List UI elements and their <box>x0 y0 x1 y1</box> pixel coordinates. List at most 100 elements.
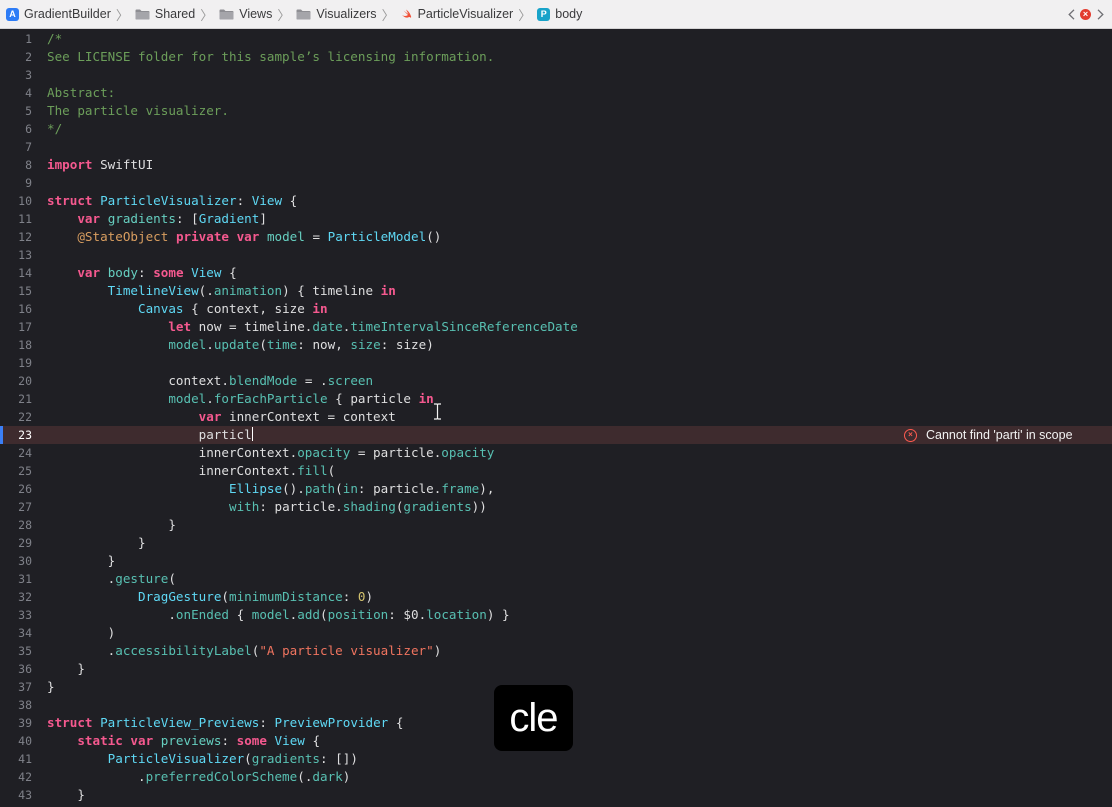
code-line[interactable]: 5 The particle visualizer. <box>0 102 1112 120</box>
line-number[interactable]: 37 <box>0 678 32 696</box>
line-number[interactable]: 39 <box>0 714 32 732</box>
code-line-error[interactable]: 23 particl × Cannot find 'parti' in scope <box>0 426 1112 444</box>
code-text[interactable]: Abstract: <box>47 84 115 102</box>
previous-issue-button[interactable] <box>1065 7 1077 21</box>
breadcrumb-item-shared[interactable]: Shared <box>135 0 195 28</box>
code-line[interactable]: 30 } <box>0 552 1112 570</box>
code-text[interactable]: innerContext.fill( <box>47 462 336 480</box>
code-line[interactable]: 12 @StateObject private var model = Part… <box>0 228 1112 246</box>
line-number[interactable]: 31 <box>0 570 32 588</box>
breadcrumb-item-gradientbuilder[interactable]: A GradientBuilder <box>6 0 111 28</box>
code-line[interactable]: 6 */ <box>0 120 1112 138</box>
code-text[interactable]: model.update(time: now, size: size) <box>47 336 433 354</box>
line-number[interactable]: 11 <box>0 210 32 228</box>
code-text[interactable]: DragGesture(minimumDistance: 0) <box>47 588 373 606</box>
code-line[interactable]: 9 <box>0 174 1112 192</box>
line-number[interactable]: 20 <box>0 372 32 390</box>
code-text[interactable]: .onEnded { model.add(position: $0.locati… <box>47 606 509 624</box>
line-number[interactable]: 5 <box>0 102 32 120</box>
code-line[interactable]: 31 .gesture( <box>0 570 1112 588</box>
line-number[interactable]: 23 <box>0 426 32 444</box>
code-line[interactable]: 7 <box>0 138 1112 156</box>
line-number[interactable]: 27 <box>0 498 32 516</box>
line-number[interactable]: 4 <box>0 84 32 102</box>
line-number[interactable]: 8 <box>0 156 32 174</box>
line-number[interactable]: 3 <box>0 66 32 84</box>
code-text[interactable]: } <box>47 552 116 570</box>
line-number[interactable]: 21 <box>0 390 32 408</box>
code-line[interactable]: 21 model.forEachParticle { particle in <box>0 390 1112 408</box>
code-text[interactable]: let now = timeline.date.timeIntervalSinc… <box>47 318 577 336</box>
code-text[interactable]: ) <box>47 624 116 642</box>
code-line[interactable]: 15 TimelineView(.animation) { timeline i… <box>0 282 1112 300</box>
line-number[interactable]: 43 <box>0 786 32 804</box>
code-line[interactable]: 14 var body: some View { <box>0 264 1112 282</box>
code-text[interactable]: context.blendMode = .screen <box>47 372 373 390</box>
breadcrumb-item-body[interactable]: P body <box>537 0 582 28</box>
code-text[interactable]: with: particle.shading(gradients)) <box>47 498 487 516</box>
code-text[interactable]: /* <box>47 30 62 48</box>
code-line[interactable]: 16 Canvas { context, size in <box>0 300 1112 318</box>
line-number[interactable]: 35 <box>0 642 32 660</box>
code-line[interactable]: 11 var gradients: [Gradient] <box>0 210 1112 228</box>
code-text[interactable]: static var previews: some View { <box>47 732 320 750</box>
line-number[interactable]: 14 <box>0 264 32 282</box>
code-text[interactable]: var innerContext = context <box>47 408 396 426</box>
code-text[interactable]: var gradients: [Gradient] <box>47 210 267 228</box>
code-text[interactable]: .accessibilityLabel("A particle visualiz… <box>47 642 442 660</box>
breadcrumb-item-particlevisualizer[interactable]: ParticleVisualizer <box>401 0 513 28</box>
error-message-badge[interactable]: × Cannot find 'parti' in scope <box>896 426 1112 444</box>
code-line[interactable]: 34 ) <box>0 624 1112 642</box>
code-text[interactable]: .preferredColorScheme(.dark) <box>47 768 350 786</box>
line-number[interactable]: 25 <box>0 462 32 480</box>
code-line[interactable]: 3 <box>0 66 1112 84</box>
line-number[interactable]: 40 <box>0 732 32 750</box>
code-line[interactable]: 20 context.blendMode = .screen <box>0 372 1112 390</box>
line-number[interactable]: 24 <box>0 444 32 462</box>
line-number[interactable]: 7 <box>0 138 32 156</box>
code-line[interactable]: 27 with: particle.shading(gradients)) <box>0 498 1112 516</box>
line-number[interactable]: 33 <box>0 606 32 624</box>
code-text[interactable]: struct ParticleView_Previews: PreviewPro… <box>47 714 403 732</box>
code-text[interactable]: } <box>47 660 85 678</box>
code-line[interactable]: 36 } <box>0 660 1112 678</box>
line-number[interactable]: 29 <box>0 534 32 552</box>
code-text[interactable]: innerContext.opacity = particle.opacity <box>47 444 495 462</box>
code-line[interactable]: 8 import SwiftUI <box>0 156 1112 174</box>
code-text[interactable]: model.forEachParticle { particle in <box>47 390 433 408</box>
code-line[interactable]: 13 <box>0 246 1112 264</box>
code-line[interactable]: 28 } <box>0 516 1112 534</box>
code-text[interactable]: } <box>47 678 55 696</box>
code-text[interactable]: struct ParticleVisualizer: View { <box>47 192 297 210</box>
code-text[interactable]: */ <box>47 120 62 138</box>
code-line[interactable]: 10 struct ParticleVisualizer: View { <box>0 192 1112 210</box>
code-text[interactable]: import SwiftUI <box>47 156 153 174</box>
code-line[interactable]: 22 var innerContext = context <box>0 408 1112 426</box>
line-number[interactable]: 17 <box>0 318 32 336</box>
code-line[interactable]: 26 Ellipse().path(in: particle.frame), <box>0 480 1112 498</box>
line-number[interactable]: 34 <box>0 624 32 642</box>
code-text[interactable]: .gesture( <box>47 570 176 588</box>
line-number[interactable]: 41 <box>0 750 32 768</box>
line-number[interactable]: 19 <box>0 354 32 372</box>
line-number[interactable]: 2 <box>0 48 32 66</box>
code-line[interactable]: 32 DragGesture(minimumDistance: 0) <box>0 588 1112 606</box>
code-line[interactable]: 2 See LICENSE folder for this sample’s li… <box>0 48 1112 66</box>
line-number[interactable]: 30 <box>0 552 32 570</box>
code-line[interactable]: 24 innerContext.opacity = particle.opaci… <box>0 444 1112 462</box>
code-line[interactable]: 29 } <box>0 534 1112 552</box>
code-line[interactable]: 42 .preferredColorScheme(.dark) <box>0 768 1112 786</box>
code-line[interactable]: 4 Abstract: <box>0 84 1112 102</box>
line-number[interactable]: 1 <box>0 30 32 48</box>
line-number[interactable]: 10 <box>0 192 32 210</box>
line-number[interactable]: 15 <box>0 282 32 300</box>
error-indicator-icon[interactable]: × <box>1080 8 1091 20</box>
line-number[interactable]: 28 <box>0 516 32 534</box>
line-number[interactable]: 16 <box>0 300 32 318</box>
next-issue-button[interactable] <box>1094 7 1106 21</box>
code-text[interactable]: Ellipse().path(in: particle.frame), <box>47 480 494 498</box>
code-text[interactable]: } <box>47 786 85 804</box>
code-text[interactable]: See LICENSE folder for this sample’s lic… <box>47 48 494 66</box>
code-text[interactable]: } <box>47 534 146 552</box>
line-number[interactable]: 38 <box>0 696 32 714</box>
